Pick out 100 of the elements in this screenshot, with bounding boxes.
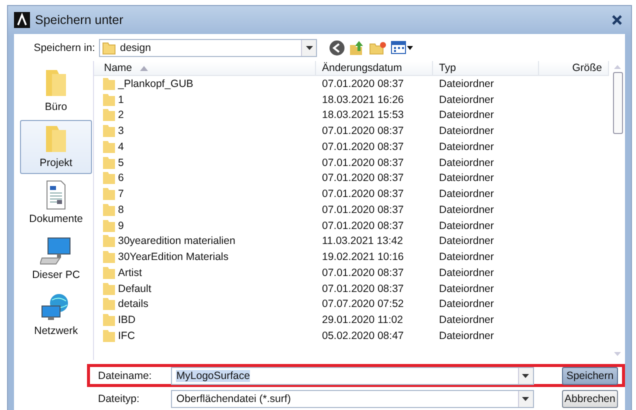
file-name: Artist	[118, 266, 142, 279]
folder-icon	[102, 108, 116, 122]
date-cell-text: 07.01.2020 08:37	[321, 282, 405, 295]
save-button[interactable]: Speichern	[562, 366, 618, 384]
location-dropdown[interactable]: design	[99, 38, 317, 56]
places-item[interactable]: Dieser PC	[20, 232, 92, 286]
type-cell-text: Dateiordner	[438, 78, 495, 90]
folder-row[interactable]: 30YearEdition Materials 19.02.2021 10:16 Dateiordner	[98, 249, 609, 265]
back-icon[interactable]	[329, 40, 345, 56]
folder-icon	[102, 250, 116, 264]
folder-row[interactable]: 4 07.01.2020 08:37 Dateiordner	[98, 139, 609, 155]
folder-row[interactable]: 9 07.01.2020 08:37 Dateiordner	[98, 218, 609, 234]
places-item[interactable]: Projekt	[20, 120, 92, 174]
new-folder-icon[interactable]	[369, 40, 387, 56]
folder-row[interactable]: 1 18.03.2021 16:26 Dateiordner	[98, 92, 609, 108]
type-cell-text: Dateiordner	[438, 330, 495, 342]
date-cell-text: 07.07.2020 07:52	[321, 298, 405, 310]
folder-row[interactable]: 5 07.01.2020 08:37 Dateiordner	[98, 154, 609, 170]
column-header[interactable]: Größe	[539, 61, 609, 75]
date-cell-text: 07.01.2020 08:37	[321, 220, 405, 232]
type-cell-text: Dateiordner	[438, 282, 495, 295]
places-item[interactable]: Büro	[20, 64, 92, 118]
filetype-dropdown[interactable]: Oberflächendatei (*.surf)	[171, 390, 534, 408]
folder-icon	[102, 328, 116, 343]
file-name: IBD	[118, 314, 136, 326]
file-name: 7	[118, 188, 124, 200]
date-cell-text: 07.01.2020 08:37	[321, 125, 405, 138]
type-cell-text: Dateiordner	[438, 251, 495, 264]
file-name: 6	[118, 172, 124, 184]
app-logo-icon	[14, 12, 30, 28]
file-name: 2	[118, 109, 124, 122]
filename-label: Dateiname:	[98, 370, 153, 382]
date-cell-text: 29.01.2020 11:02	[321, 314, 404, 326]
folder-icon	[102, 282, 116, 296]
date-cell-text: 07.01.2020 08:37	[321, 78, 405, 90]
places-item[interactable]: Netzwerk	[20, 288, 92, 342]
places-item[interactable]: Dokumente	[20, 176, 92, 230]
close-icon[interactable]	[611, 14, 623, 26]
view-menu-icon[interactable]	[391, 40, 413, 54]
filename-field[interactable]: MyLogoSurface	[171, 366, 534, 384]
date-cell-text: 07.01.2020 08:37	[321, 204, 405, 216]
folder-row[interactable]: _Plankopf_GUB 07.01.2020 08:37 Dateiordner	[98, 76, 609, 92]
folder-row[interactable]: 8 07.01.2020 08:37 Dateiordner	[98, 202, 609, 218]
type-cell-text: Dateiordner	[438, 235, 495, 248]
type-cell-text: Dateiordner	[438, 172, 495, 184]
filetype-label: Dateityp:	[98, 392, 140, 404]
type-cell-text: Dateiordner	[438, 109, 495, 122]
document-icon	[44, 180, 68, 210]
file-name: 8	[118, 204, 124, 216]
type-cell-text: Dateiordner	[438, 156, 495, 169]
file-name: details	[118, 298, 148, 310]
date-cell-text: 07.01.2020 08:37	[321, 156, 405, 169]
date-cell-text: 07.01.2020 08:37	[321, 140, 405, 153]
column-header[interactable]: Name	[98, 61, 316, 75]
window-title: Speichern unter	[35, 13, 124, 27]
scrollbar-thumb[interactable]	[612, 72, 622, 134]
type-cell-text: Dateiordner	[438, 298, 495, 310]
folder-icon	[102, 171, 116, 186]
date-cell-text: 18.03.2021 15:53	[321, 109, 405, 122]
column-header[interactable]: Typ	[433, 61, 539, 75]
cancel-button[interactable]: Abbrechen	[562, 390, 618, 408]
folder-icon	[102, 76, 116, 91]
folder-icon	[102, 313, 116, 328]
file-name: 3	[118, 125, 124, 138]
date-cell-text: 19.02.2021 10:16	[321, 251, 405, 264]
file-name: 4	[118, 140, 124, 153]
folder-icon	[102, 234, 116, 248]
type-cell-text: Dateiordner	[438, 140, 495, 153]
folder-row[interactable]: Artist 07.01.2020 08:37 Dateiordner	[98, 265, 609, 281]
folder-icon	[102, 297, 116, 312]
folder-icon	[102, 40, 116, 54]
folder-row[interactable]: IFC 05.02.2020 08:47 Dateiordner	[98, 328, 609, 344]
sort-arrow-icon	[140, 66, 148, 70]
type-cell-text: Dateiordner	[438, 125, 495, 138]
folder-icon	[102, 92, 116, 107]
folder-row[interactable]: 30yearedition materialien 11.03.2021 13:42 Dateiordner	[98, 234, 609, 250]
folder-icon	[102, 218, 116, 233]
folder-row[interactable]: 7 07.01.2020 08:37 Dateiordner	[98, 186, 609, 202]
folder-row[interactable]: details 07.07.2020 07:52 Dateiordner	[98, 296, 609, 312]
folder-row[interactable]: 2 18.03.2021 15:53 Dateiordner	[98, 108, 609, 124]
type-cell-text: Dateiordner	[438, 94, 495, 106]
file-name: 30yearedition materialien	[118, 235, 236, 248]
folder-row[interactable]: IBD 29.01.2020 11:02 Dateiordner	[98, 312, 609, 328]
date-cell-text: 18.03.2021 16:26	[321, 94, 405, 106]
date-cell-text: 07.01.2020 08:37	[321, 188, 405, 200]
type-cell-text: Dateiordner	[438, 188, 495, 200]
file-name: 9	[118, 220, 124, 232]
date-cell-text: 07.01.2020 08:37	[321, 266, 405, 279]
folder-up-icon[interactable]	[349, 40, 365, 56]
file-name: _Plankopf_GUB	[118, 78, 194, 90]
file-name: 5	[118, 156, 124, 169]
column-header[interactable]: Änderungsdatum	[316, 61, 433, 75]
date-cell-text: 11.03.2021 13:42	[321, 235, 404, 248]
folder-row[interactable]: 3 07.01.2020 08:37 Dateiordner	[98, 123, 609, 139]
folder-row[interactable]: 6 07.01.2020 08:37 Dateiordner	[98, 170, 609, 186]
folder-icon	[102, 140, 116, 154]
folder-row[interactable]: Default 07.01.2020 08:37 Dateiordner	[98, 280, 609, 296]
file-name: 1	[118, 94, 124, 106]
save-in-label: Speichern in:	[32, 42, 96, 54]
computer-icon	[40, 236, 72, 266]
